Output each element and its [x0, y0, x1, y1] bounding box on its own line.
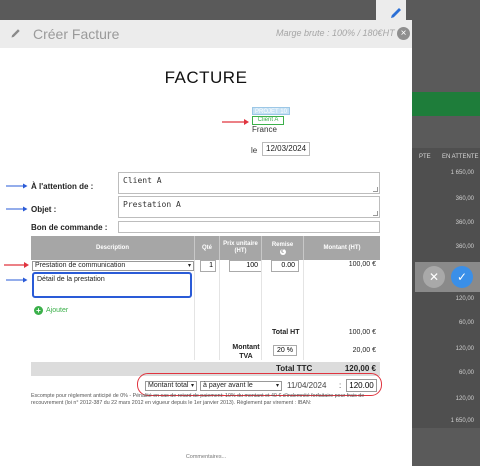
- line-detail-textarea[interactable]: Détail de la prestation: [32, 272, 192, 298]
- line-discount-input[interactable]: 0.00: [271, 260, 299, 272]
- blue-arrow-annotation: [6, 277, 28, 283]
- legal-terms-text: Escompte pour règlement anticipé de 0% -…: [31, 393, 365, 406]
- attention-textarea[interactable]: Client A: [118, 172, 380, 194]
- blue-arrow-annotation: [6, 206, 28, 212]
- client-badge[interactable]: Client A: [252, 116, 284, 125]
- invoice-date-input[interactable]: 12/03/2024: [262, 142, 310, 156]
- chevron-down-icon: ▾: [190, 383, 194, 389]
- resize-grip[interactable]: [373, 187, 378, 192]
- tva-label: Montant TVA: [232, 344, 260, 360]
- add-line-button[interactable]: + Ajouter: [34, 306, 68, 315]
- col-description: Description: [95, 244, 129, 251]
- col-montant: Montant (HT): [303, 236, 380, 260]
- payment-amount-input[interactable]: 120.00: [346, 379, 377, 392]
- objet-value: Prestation A: [123, 200, 181, 209]
- column-divider: [303, 260, 304, 360]
- payment-due-date[interactable]: 11/04/2024: [287, 381, 326, 390]
- bg-cell: 120,00: [455, 296, 474, 302]
- chevron-down-icon: ▾: [275, 383, 279, 389]
- add-line-label: Ajouter: [46, 307, 69, 314]
- bg-cell: 120,00: [455, 396, 474, 402]
- create-invoice-modal: Créer Facture Marge brute : 100% / 180€H…: [0, 20, 412, 466]
- payment-condition-value: à payer avant le: [203, 382, 253, 389]
- comments-field[interactable]: Commentaires...: [0, 454, 412, 460]
- bg-cell: 1 650,00: [450, 170, 474, 176]
- modal-header: Créer Facture Marge brute : 100% / 180€H…: [0, 20, 412, 48]
- total-ht-label: Total HT: [272, 329, 300, 336]
- app-root: PTE EN ATTENTE 1 650,00 360,00 360,00 36…: [0, 0, 480, 466]
- pencil-icon[interactable]: [388, 5, 404, 21]
- modal-title: Créer Facture: [33, 26, 120, 42]
- column-divider: [261, 260, 262, 360]
- col-qte: Qté: [194, 236, 219, 260]
- euro-circle-icon[interactable]: €: [279, 248, 286, 255]
- bon-commande-label: Bon de commande :: [31, 223, 108, 232]
- close-icon[interactable]: ×: [397, 27, 410, 40]
- gross-margin-info: Marge brute : 100% / 180€HT: [276, 28, 395, 38]
- client-country: France: [252, 125, 277, 134]
- col-prix-unitaire: Prix unitaire (HT): [219, 236, 261, 260]
- bg-cell: 60,00: [458, 320, 474, 326]
- date-prefix: le: [251, 146, 258, 155]
- red-arrow-annotation: [4, 262, 29, 268]
- tva-value: 20,00 €: [352, 347, 376, 354]
- line-detail-value: Détail de la prestation: [37, 276, 105, 283]
- column-divider: [194, 260, 195, 360]
- bg-cell: 360,00: [455, 244, 474, 250]
- bg-col-header: EN ATTENTE: [442, 154, 479, 160]
- col-remise: Remise €: [261, 236, 303, 260]
- line-description-select[interactable]: Prestation de communication ▾: [32, 261, 194, 271]
- bg-cell: 360,00: [455, 220, 474, 226]
- tva-rate-select[interactable]: 20 %: [273, 345, 297, 356]
- resize-grip[interactable]: [373, 211, 378, 216]
- red-arrow-annotation: [222, 119, 249, 125]
- bg-cell: 120,00: [455, 346, 474, 352]
- bg-cell: 360,00: [455, 196, 474, 202]
- bg-col-header: PTE: [419, 154, 431, 160]
- line-unit-price-input[interactable]: 100: [229, 260, 262, 272]
- chevron-down-icon: ▾: [187, 263, 191, 269]
- payment-type-select[interactable]: Montant total ▾: [145, 381, 197, 391]
- items-table-header: Description Qté Prix unitaire (HT) Remis…: [31, 236, 380, 260]
- line-description-value: Prestation de communication: [35, 262, 126, 269]
- line-qty-input[interactable]: 1: [200, 260, 216, 272]
- pencil-icon: [11, 29, 20, 38]
- bg-cell: 60,00: [458, 370, 474, 376]
- invoice-title: FACTURE: [164, 68, 248, 87]
- blue-arrow-annotation: [6, 183, 28, 189]
- objet-label: Objet :: [31, 205, 57, 214]
- total-ht-value: 100,00 €: [348, 329, 376, 336]
- payment-condition-select[interactable]: à payer avant le ▾: [200, 381, 282, 391]
- attention-value: Client A: [123, 176, 162, 185]
- check-circle-icon[interactable]: ✓: [451, 266, 473, 288]
- bon-commande-input[interactable]: [118, 221, 380, 233]
- column-divider: [219, 260, 220, 360]
- total-ttc-value: 120,00 €: [344, 364, 376, 373]
- floating-actions: ✕ ✓: [415, 262, 480, 292]
- bg-cell: 1 650,00: [450, 418, 474, 424]
- payment-type-value: Montant total: [148, 382, 189, 389]
- plus-circle-icon: +: [34, 306, 43, 315]
- col-remise-label: Remise: [271, 241, 294, 248]
- payment-separator: :: [339, 381, 342, 390]
- line-amount: 100,00 €: [348, 261, 376, 268]
- x-circle-icon[interactable]: ✕: [423, 266, 445, 288]
- total-ttc-label: Total TTC: [276, 364, 313, 373]
- objet-textarea[interactable]: Prestation A: [118, 196, 380, 218]
- project-badge[interactable]: PROJET 10: [252, 107, 290, 115]
- attention-label: À l'attention de :: [31, 182, 94, 191]
